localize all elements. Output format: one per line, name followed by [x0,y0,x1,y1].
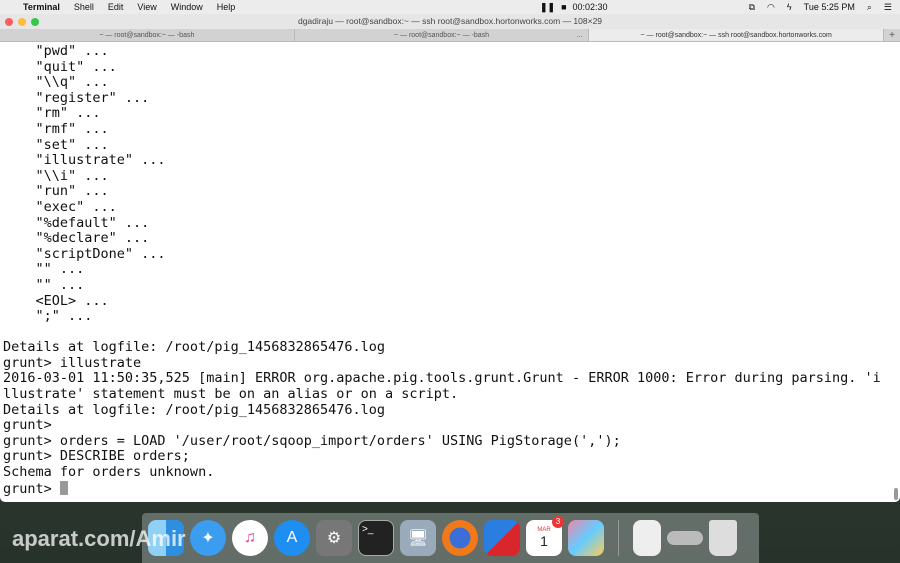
terminal-line: "\\q" ... [3,74,109,91]
terminal-line: "register" ... [3,89,150,106]
tab-bar: ~ — root@sandbox:~ — -bash ~ — root@sand… [0,29,900,42]
dock: ✦ ♫ A ⚙ >_ 🖥 MAR 1 3 [142,513,759,563]
terminal-line: Details at logfile: /root/pig_1456832865… [3,401,386,418]
tab-label: ~ — root@sandbox:~ — ssh root@sandbox.ho… [640,32,832,39]
display-device-icon[interactable] [667,531,703,545]
menu-bar: Terminal Shell Edit View Window Help ❚❚ … [0,0,900,14]
notification-center-icon[interactable]: ☰ [884,2,892,13]
terminal-line: Schema for orders unknown. [3,464,215,481]
watermark: aparat.com/Amir [12,526,186,551]
terminal-icon[interactable]: >_ [358,520,394,556]
terminal-line: llustrate' statement must be on an alias… [3,386,459,403]
terminal-line: "illustrate" ... [3,152,166,169]
spotlight-search-icon[interactable]: ⌕ [867,2,872,13]
terminal-line: "scriptDone" ... [3,245,166,262]
tab-label: ~ — root@sandbox:~ — -bash [99,32,195,39]
terminal-line: "" ... [3,261,85,278]
terminal-line: grunt> illustrate [3,354,142,371]
menu-view[interactable]: View [130,2,163,12]
terminal-line: Details at logfile: /root/pig_1456832865… [3,339,386,356]
pause-icon[interactable]: ❚❚ [540,2,555,13]
terminal-line: "\\i" ... [3,167,109,184]
terminal-line: "%declare" ... [3,230,150,247]
window-title: dgadiraju — root@sandbox:~ — ssh root@sa… [297,16,603,26]
calendar-badge: 3 [552,516,564,528]
terminal-line: "%default" ... [3,214,150,231]
menu-edit[interactable]: Edit [101,2,131,12]
dock-separator [618,520,619,556]
remote-desktop-icon[interactable]: 🖥 [400,520,436,556]
parallels-icon[interactable] [484,520,520,556]
menu-window[interactable]: Window [164,2,210,12]
trash-icon[interactable] [709,520,737,556]
terminal-line: <EOL> ... [3,292,109,309]
text-cursor [59,480,68,495]
wifi-icon[interactable]: ◠ [767,2,775,13]
prompt-line[interactable]: grunt> [3,480,881,497]
tab-label: ~ — root@sandbox:~ — -bash [393,32,490,39]
menu-help[interactable]: Help [210,2,243,12]
terminal-line: "run" ... [3,183,109,200]
prompt: grunt> [3,480,60,497]
clock[interactable]: Tue 5:25 PM [804,2,855,12]
terminal-window: dgadiraju — root@sandbox:~ — ssh root@sa… [0,14,900,502]
tab-bash-1[interactable]: ~ — root@sandbox:~ — -bash [0,29,295,41]
safari-icon[interactable]: ✦ [190,520,226,556]
terminal-line: "exec" ... [3,198,117,215]
tab-bash-2[interactable]: ~ — root@sandbox:~ — -bash... [295,29,590,41]
calendar-icon[interactable]: MAR 1 3 [526,516,564,556]
tab-overflow[interactable]: ... [577,29,583,42]
display-icon[interactable]: ⧉ [749,2,755,13]
terminal-line: 2016-03-01 11:50:35,525 [main] ERROR org… [3,370,881,387]
menu-terminal[interactable]: Terminal [16,2,67,12]
terminal-line: "" ... [3,276,85,293]
menu-shell[interactable]: Shell [67,2,101,12]
calendar-day: 1 [540,533,548,549]
firefox-icon[interactable] [442,520,478,556]
itunes-icon[interactable]: ♫ [232,520,268,556]
terminal-line: grunt> [3,417,52,434]
system-preferences-icon[interactable]: ⚙ [316,520,352,556]
tab-ssh[interactable]: ~ — root@sandbox:~ — ssh root@sandbox.ho… [589,29,885,41]
screen-recorder[interactable]: ❚❚ ■ 00:02:30 [540,0,608,14]
terminal-line: "pwd" ... [3,43,109,59]
new-tab-button[interactable]: + [884,29,900,41]
terminal-line: "quit" ... [3,58,117,75]
terminal-line: "set" ... [3,136,109,153]
stop-icon[interactable]: ■ [561,2,566,12]
title-bar: dgadiraju — root@sandbox:~ — ssh root@sa… [0,14,900,29]
zip-archive-icon[interactable] [633,520,661,556]
terminal-line: grunt> DESCRIBE orders; [3,448,190,465]
battery-icon[interactable]: ϟ [787,2,792,12]
recorder-time: 00:02:30 [572,2,608,12]
photo-booth-icon[interactable] [568,520,604,556]
terminal-line: ";" ... [3,308,93,325]
app-store-icon[interactable]: A [274,520,310,556]
terminal-output[interactable]: "pwd" ... "quit" ... "\\q" ... "register… [0,43,890,502]
terminal-line: grunt> orders = LOAD '/user/root/sqoop_i… [3,432,621,449]
scrollbar[interactable] [894,488,898,500]
terminal-line: "rm" ... [3,105,101,122]
terminal-line: "rmf" ... [3,120,109,137]
